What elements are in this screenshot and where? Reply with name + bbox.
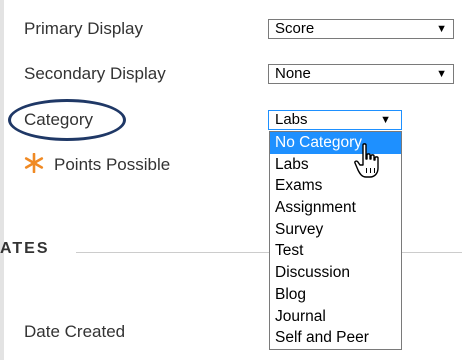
primary-display-label: Primary Display bbox=[24, 19, 144, 38]
option-blog[interactable]: Blog bbox=[270, 284, 401, 306]
primary-display-select[interactable]: Score ▼ bbox=[268, 19, 454, 39]
asterisk-star-icon bbox=[24, 153, 44, 173]
secondary-display-select[interactable]: None ▼ bbox=[268, 64, 454, 84]
category-value: Labs bbox=[275, 111, 308, 128]
secondary-display-value: None bbox=[275, 65, 311, 82]
option-assignment[interactable]: Assignment bbox=[270, 197, 401, 219]
category-label: Category bbox=[24, 110, 93, 129]
option-test[interactable]: Test bbox=[270, 240, 401, 262]
option-journal[interactable]: Journal bbox=[270, 306, 401, 328]
section-heading: ATES bbox=[0, 240, 50, 257]
secondary-display-label: Secondary Display bbox=[24, 64, 166, 83]
category-select[interactable]: Labs ▼ bbox=[268, 110, 402, 130]
option-self-and-peer[interactable]: Self and Peer bbox=[270, 327, 401, 349]
primary-display-value: Score bbox=[275, 20, 315, 37]
left-border bbox=[0, 0, 4, 360]
hand-pointer-icon bbox=[354, 143, 379, 178]
dropdown-arrow-icon: ▼ bbox=[436, 68, 447, 80]
option-survey[interactable]: Survey bbox=[270, 219, 401, 241]
dropdown-arrow-icon: ▼ bbox=[380, 114, 391, 126]
option-discussion[interactable]: Discussion bbox=[270, 262, 401, 284]
dropdown-arrow-icon: ▼ bbox=[436, 23, 447, 35]
date-created-label: Date Created bbox=[24, 322, 126, 341]
points-possible-label: Points Possible bbox=[54, 155, 171, 174]
